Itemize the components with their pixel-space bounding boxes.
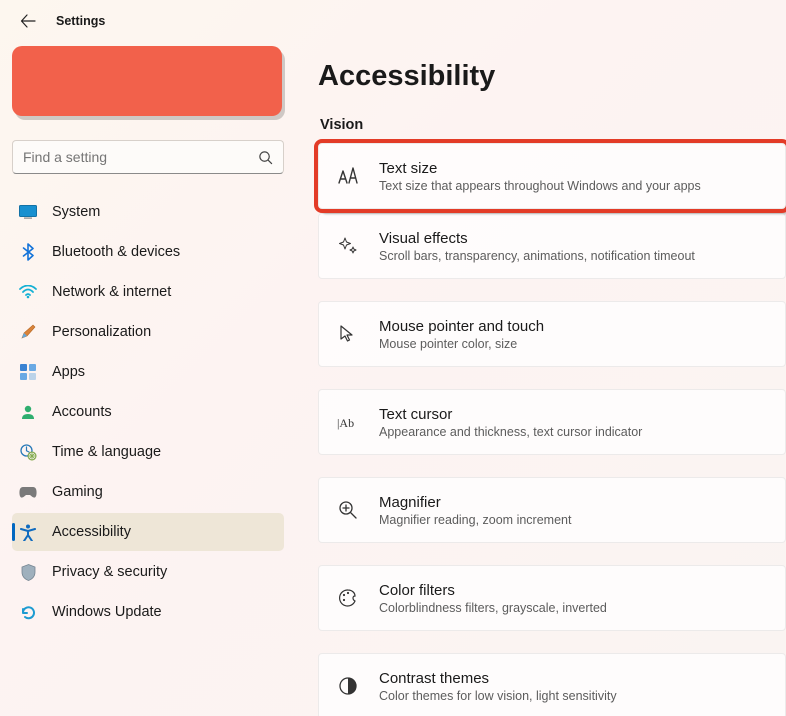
wifi-icon [18, 282, 38, 302]
text-cursor-icon: |Ab [337, 411, 359, 433]
card-subtitle: Magnifier reading, zoom increment [379, 513, 571, 527]
sidebar-item-windows-update[interactable]: Windows Update [12, 593, 284, 631]
card-subtitle: Colorblindness filters, grayscale, inver… [379, 601, 607, 615]
sidebar-item-privacy[interactable]: Privacy & security [12, 553, 284, 591]
card-visual-effects[interactable]: Visual effects Scroll bars, transparency… [318, 213, 786, 279]
nav-list: System Bluetooth & devices Network & int… [8, 192, 288, 632]
sidebar-item-label: Accounts [52, 404, 112, 420]
sidebar-item-network[interactable]: Network & internet [12, 273, 284, 311]
sidebar: System Bluetooth & devices Network & int… [0, 42, 296, 716]
update-icon [18, 602, 38, 622]
card-title: Mouse pointer and touch [379, 318, 544, 335]
page-title: Accessibility [318, 60, 786, 93]
gaming-icon [18, 482, 38, 502]
bluetooth-icon [18, 242, 38, 262]
arrow-left-icon [20, 13, 36, 29]
contrast-icon [337, 675, 359, 697]
card-magnifier[interactable]: Magnifier Magnifier reading, zoom increm… [318, 477, 786, 543]
section-label: Vision [320, 117, 786, 133]
sidebar-item-label: Network & internet [52, 284, 171, 300]
card-title: Visual effects [379, 230, 695, 247]
pointer-icon [337, 323, 359, 345]
sidebar-item-label: System [52, 204, 100, 220]
sidebar-item-label: Accessibility [52, 524, 131, 540]
card-title: Text cursor [379, 406, 642, 423]
sidebar-item-label: Time & language [52, 444, 161, 460]
person-icon [18, 402, 38, 422]
sidebar-item-time-language[interactable]: Time & language [12, 433, 284, 471]
clock-globe-icon [18, 442, 38, 462]
sidebar-item-label: Apps [52, 364, 85, 380]
sidebar-item-gaming[interactable]: Gaming [12, 473, 284, 511]
card-title: Contrast themes [379, 670, 617, 687]
card-subtitle: Text size that appears throughout Window… [379, 179, 701, 193]
card-subtitle: Scroll bars, transparency, animations, n… [379, 249, 695, 263]
sidebar-item-accounts[interactable]: Accounts [12, 393, 284, 431]
card-text-size[interactable]: Text size Text size that appears through… [318, 143, 786, 209]
svg-text:|Ab: |Ab [337, 416, 354, 430]
card-title: Color filters [379, 582, 607, 599]
shield-icon [18, 562, 38, 582]
card-title: Text size [379, 160, 701, 177]
card-subtitle: Color themes for low vision, light sensi… [379, 689, 617, 703]
system-icon [18, 202, 38, 222]
titlebar-title: Settings [56, 14, 105, 28]
accessibility-icon [18, 522, 38, 542]
sidebar-item-label: Gaming [52, 484, 103, 500]
card-subtitle: Appearance and thickness, text cursor in… [379, 425, 642, 439]
card-subtitle: Mouse pointer color, size [379, 337, 544, 351]
redacted-profile-block [12, 46, 282, 116]
sidebar-item-label: Personalization [52, 324, 151, 340]
card-text-cursor[interactable]: |Ab Text cursor Appearance and thickness… [318, 389, 786, 455]
sidebar-item-bluetooth[interactable]: Bluetooth & devices [12, 233, 284, 271]
sidebar-item-system[interactable]: System [12, 193, 284, 231]
search-box[interactable] [12, 140, 284, 174]
apps-icon [18, 362, 38, 382]
text-size-icon [337, 165, 359, 187]
sidebar-item-label: Privacy & security [52, 564, 167, 580]
back-button[interactable] [18, 11, 38, 31]
titlebar: Settings [0, 0, 786, 42]
main-panel: Accessibility Vision Text size Text size… [296, 42, 786, 716]
sidebar-item-label: Bluetooth & devices [52, 244, 180, 260]
sidebar-item-accessibility[interactable]: Accessibility [12, 513, 284, 551]
card-color-filters[interactable]: Color filters Colorblindness filters, gr… [318, 565, 786, 631]
sidebar-item-apps[interactable]: Apps [12, 353, 284, 391]
sidebar-item-personalization[interactable]: Personalization [12, 313, 284, 351]
sparkle-icon [337, 235, 359, 257]
paintbrush-icon [18, 322, 38, 342]
palette-icon [337, 587, 359, 609]
settings-cards: Text size Text size that appears through… [318, 143, 786, 716]
card-mouse-pointer[interactable]: Mouse pointer and touch Mouse pointer co… [318, 301, 786, 367]
search-icon [258, 150, 273, 165]
sidebar-item-label: Windows Update [52, 604, 162, 620]
card-contrast-themes[interactable]: Contrast themes Color themes for low vis… [318, 653, 786, 716]
magnifier-icon [337, 499, 359, 521]
search-input[interactable] [23, 149, 250, 165]
card-title: Magnifier [379, 494, 571, 511]
